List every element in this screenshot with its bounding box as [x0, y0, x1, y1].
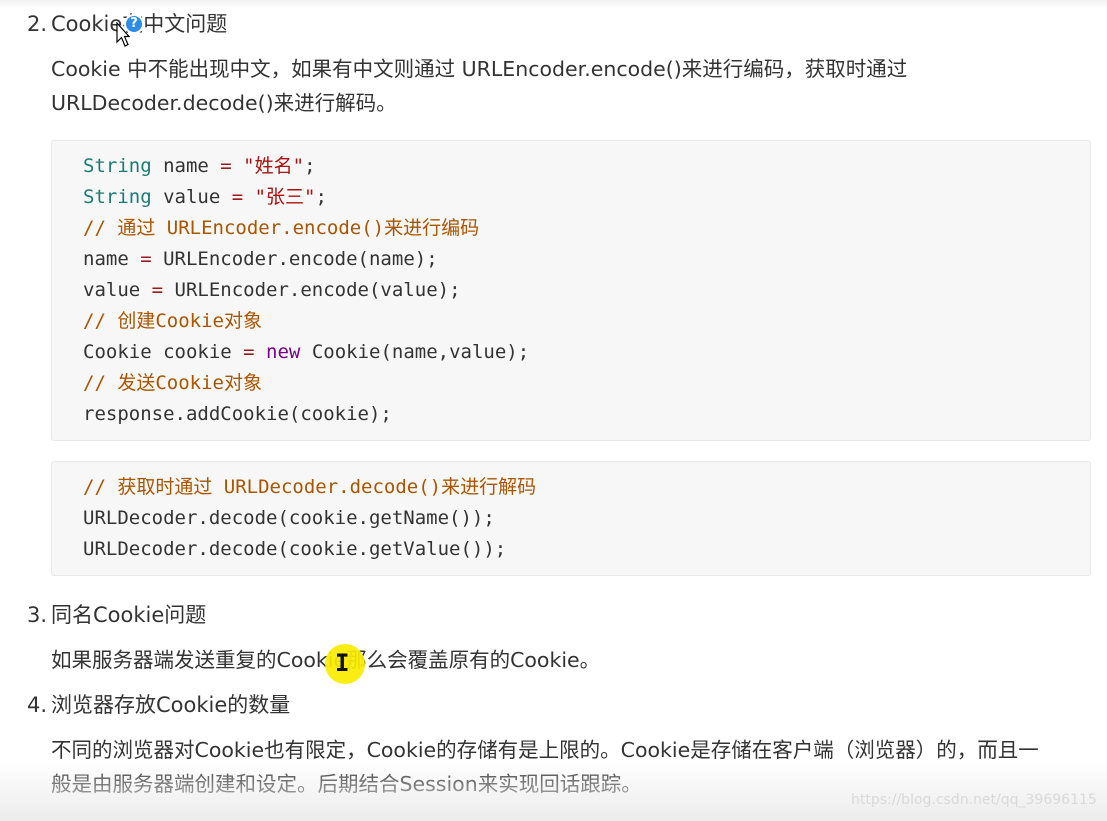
code-line: Cookie cookie = new Cookie(name,value);	[83, 341, 530, 363]
section-title: 浏览器存放Cookie的数量	[51, 693, 291, 717]
code-line: response.addCookie(cookie);	[83, 403, 392, 425]
section-4-heading: 4. 浏览器存放Cookie的数量	[27, 691, 290, 719]
arrow-cursor-icon	[116, 22, 130, 47]
top-edge	[0, 0, 1107, 8]
section-title: 同名Cookie问题	[51, 603, 207, 627]
paragraph-line: 如果服务器端发送重复的Cookie那么会覆盖原有的Cookie。	[51, 643, 1091, 677]
paragraph-line: 不同的浏览器对Cookie也有限定，Cookie的存储有是上限的。Cookie是…	[51, 738, 1039, 762]
code-line: URLDecoder.decode(cookie.getName());	[83, 507, 495, 529]
text-cursor-icon: I	[335, 649, 350, 677]
watermark: https://blog.csdn.net/qq_39696115	[851, 792, 1097, 808]
code-comment: // 通过 URLEncoder.encode()来进行编码	[83, 217, 480, 239]
code-line: value = URLEncoder.encode(value);	[83, 279, 461, 301]
paragraph-line: URLDecoder.decode()来进行解码。	[51, 91, 397, 115]
section-4-paragraph: 不同的浏览器对Cookie也有限定，Cookie的存储有是上限的。Cookie是…	[51, 733, 1091, 801]
section-number: 2.	[27, 12, 48, 36]
code-comment: // 获取时通过 URLDecoder.decode()来进行解码	[83, 476, 537, 498]
paragraph-line: Cookie 中不能出现中文，如果有中文则通过 URLEncoder.encod…	[51, 57, 908, 81]
section-number: 4.	[27, 693, 48, 717]
code-line: String name = "姓名";	[83, 155, 316, 177]
code-line: name = URLEncoder.encode(name);	[83, 248, 438, 270]
code-block-encode[interactable]: String name = "姓名"; String value = "张三";…	[51, 140, 1091, 441]
code-comment: // 创建Cookie对象	[83, 310, 262, 332]
section-2-paragraph: Cookie 中不能出现中文，如果有中文则通过 URLEncoder.encod…	[51, 52, 1091, 120]
code-line: String value = "张三";	[83, 186, 327, 208]
section-3-heading: 3. 同名Cookie问题	[27, 601, 206, 629]
code-comment: // 发送Cookie对象	[83, 372, 262, 394]
code-block-decode[interactable]: // 获取时通过 URLDecoder.decode()来进行解码 URLDec…	[51, 461, 1091, 576]
section-number: 3.	[27, 603, 48, 627]
code-line: URLDecoder.decode(cookie.getValue());	[83, 538, 507, 560]
section-3-paragraph: 如果服务器端发送重复的Cookie那么会覆盖原有的Cookie。	[51, 643, 1091, 677]
